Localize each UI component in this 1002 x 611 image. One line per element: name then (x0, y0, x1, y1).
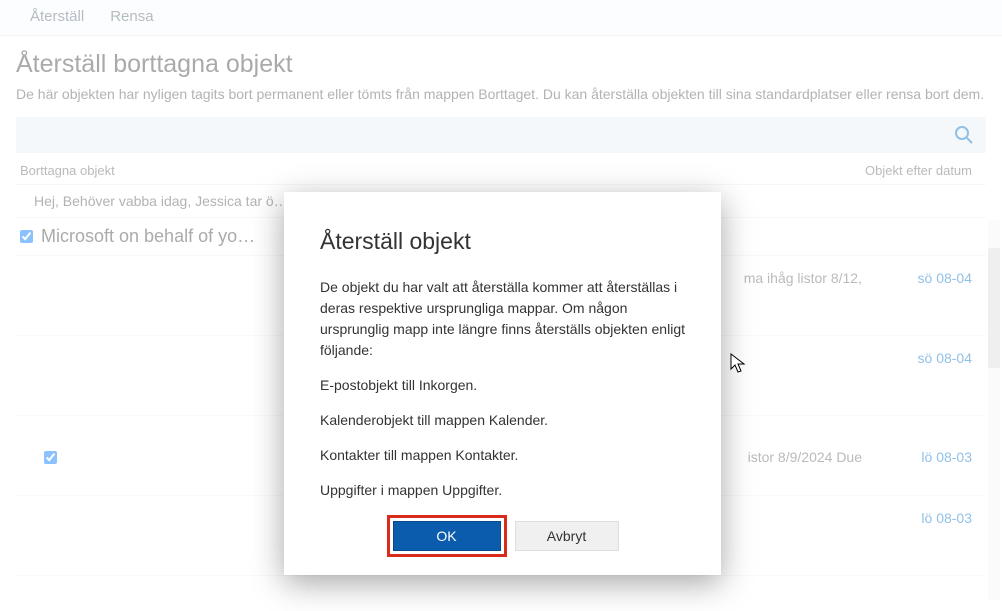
item-date: sö 08-04 (882, 346, 982, 366)
page-description: De här objekten har nyligen tagits bort … (16, 85, 986, 105)
toolbar: Återställ Rensa (0, 0, 1002, 36)
dialog-title: Återställ objekt (320, 228, 685, 255)
header-deleted-items: Borttagna objekt (20, 163, 822, 178)
dialog-line-calendar: Kalenderobjekt till mappen Kalender. (320, 410, 685, 431)
item-checkbox[interactable] (44, 451, 57, 464)
scrollbar-thumb[interactable] (988, 248, 1000, 368)
dialog-line-tasks: Uppgifter i mappen Uppgifter. (320, 480, 685, 501)
dialog-buttons: OK Avbryt (320, 515, 685, 557)
dialog-paragraph: De objekt du har valt att återställa kom… (320, 277, 685, 361)
page-title: Återställ borttagna objekt (16, 50, 986, 79)
search-bar[interactable] (16, 117, 986, 153)
dialog-body: De objekt du har valt att återställa kom… (320, 277, 685, 501)
ok-button[interactable]: OK (393, 521, 501, 551)
restore-command[interactable]: Återställ (30, 8, 84, 25)
list-headers: Borttagna objekt Objekt efter datum (16, 153, 986, 185)
group-label: Microsoft on behalf of yo… (41, 226, 255, 247)
ok-highlight: OK (387, 515, 507, 557)
item-date: sö 08-04 (882, 266, 982, 286)
item-date: lö 08-03 (882, 506, 982, 526)
group-checkbox[interactable] (20, 230, 33, 243)
dialog-line-email: E-postobjekt till Inkorgen. (320, 375, 685, 396)
cancel-button[interactable]: Avbryt (515, 521, 619, 551)
clear-command[interactable]: Rensa (110, 8, 153, 25)
restore-dialog: Återställ objekt De objekt du har valt a… (284, 192, 721, 575)
item-date: lö 08-03 (882, 445, 982, 465)
header-by-date[interactable]: Objekt efter datum (822, 163, 982, 178)
search-icon[interactable] (954, 125, 974, 145)
dialog-line-contacts: Kontakter till mappen Kontakter. (320, 445, 685, 466)
